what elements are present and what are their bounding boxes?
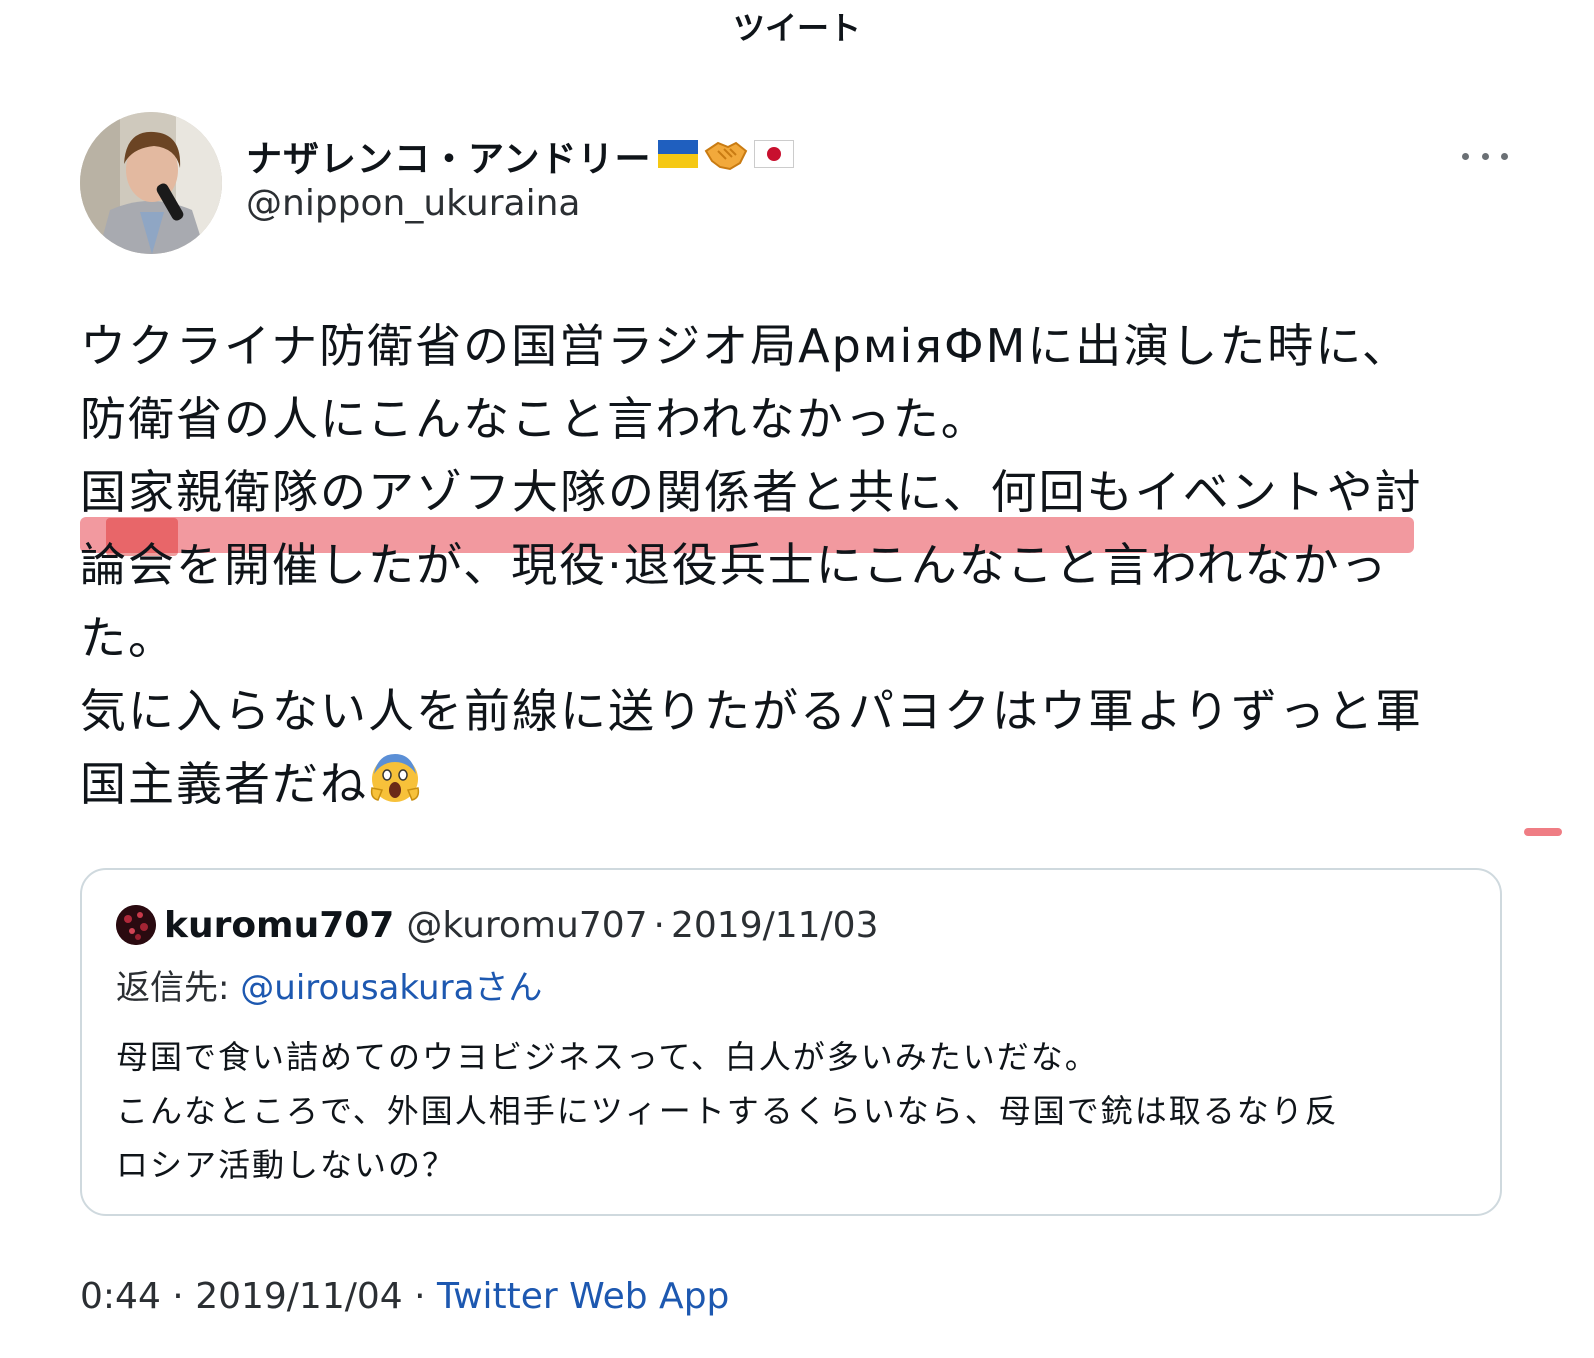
screaming-face-icon xyxy=(368,750,422,825)
quoted-author-avatar[interactable] xyxy=(116,905,156,945)
tweet-line: 防衛省の人にこんなこと言われなかった。 xyxy=(80,392,989,446)
tweet-time[interactable]: 0:44 xyxy=(80,1276,161,1317)
author-avatar[interactable] xyxy=(80,112,222,254)
tweet-line: 国家親衛隊のアゾフ大隊の関係者と共に、何回もイベントや討 xyxy=(80,465,1423,519)
reply-prefix: 返信先: xyxy=(116,968,241,1008)
author-block: ナザレンコ・アンドリー @nippon_ukuraina xyxy=(246,132,794,228)
quoted-tweet-card[interactable]: kuromu707 @kuromu707 · 2019/11/03 返信先: @… xyxy=(80,868,1502,1216)
reply-handle-link[interactable]: @uirousakuraさん xyxy=(240,968,542,1008)
separator: · xyxy=(160,1276,196,1317)
quote-line: ロシア活動しないの？ xyxy=(116,1146,457,1184)
reply-to-row: 返信先: @uirousakuraさん xyxy=(116,964,542,1012)
quoted-author-handle[interactable]: @kuromu707 xyxy=(406,905,647,946)
quoted-tweet-date[interactable]: 2019/11/03 xyxy=(671,905,879,946)
japan-flag-icon xyxy=(753,140,794,172)
ukraine-flag-icon xyxy=(657,140,698,172)
author-handle[interactable]: @nippon_ukuraina xyxy=(246,180,794,228)
quoted-tweet-header: kuromu707 @kuromu707 · 2019/11/03 xyxy=(116,900,879,950)
author-name-row: ナザレンコ・アンドリー xyxy=(246,132,794,180)
more-options-icon[interactable] xyxy=(1462,140,1508,172)
tweet-line: 国主義者だね xyxy=(80,757,368,811)
author-name[interactable]: ナザレンコ・アンドリー xyxy=(246,130,652,182)
page-title: ツイート xyxy=(732,9,861,47)
red-pen-mark xyxy=(1524,828,1562,836)
quoted-author-name[interactable]: kuromu707 xyxy=(164,905,394,946)
tweet-date[interactable]: 2019/11/04 xyxy=(195,1276,403,1317)
avatar-photo xyxy=(80,112,222,254)
quoted-tweet-text: 母国で食い詰めてのウヨビジネスって、白人が多いみたいだな。 こんなところで、外国… xyxy=(116,1030,1476,1192)
separator: · xyxy=(402,1276,438,1317)
tweet-last-line: 国主義者だね xyxy=(80,748,1500,825)
quote-line: 母国で食い詰めてのウヨビジネスって、白人が多いみたいだな。 xyxy=(116,1038,1099,1076)
tweet-line: 気に入らない人を前線に送りたがるパヨクはウ軍よりずっと軍 xyxy=(80,684,1424,738)
quote-line: こんなところで、外国人相手にツィートするくらいなら、母国で銃は取るなり反 xyxy=(116,1092,1339,1130)
tweet-meta: 0:44 · 2019/11/04 · Twitter Web App xyxy=(80,1272,729,1322)
tweet-line: 論会を開催したが、現役·退役兵士にこんなこと言われなかっ xyxy=(80,538,1389,592)
tweet-text: ウクライナ防衛省の国営ラジオ局АрміяФМに出演した時に、 防衛省の人にこんな… xyxy=(80,310,1500,825)
tweet-line: ウクライナ防衛省の国営ラジオ局АрміяФМに出演した時に、 xyxy=(80,319,1410,373)
tweet-line: た。 xyxy=(80,611,176,665)
separator: · xyxy=(653,904,665,946)
tweet-source-link[interactable]: Twitter Web App xyxy=(437,1276,729,1317)
handshake-icon xyxy=(704,137,748,175)
